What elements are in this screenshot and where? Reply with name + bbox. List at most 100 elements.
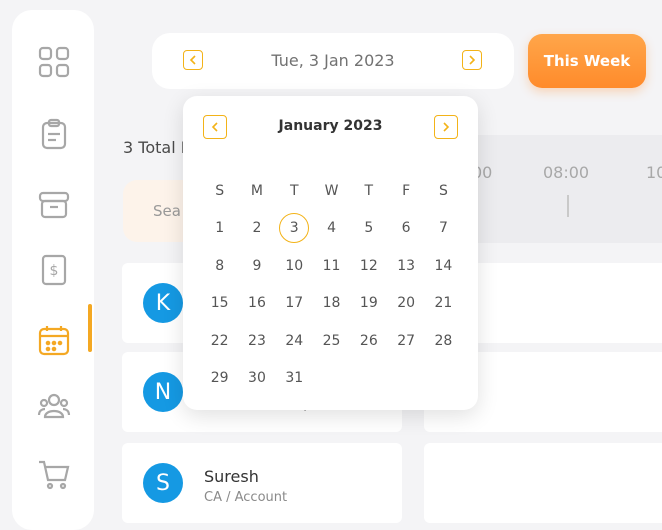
calendar-day[interactable]: 26 [350,322,387,360]
day-label: 13 [397,257,416,274]
calendar-day[interactable]: 19 [350,285,387,323]
date-navigator: Tue, 3 Jan 2023 [152,33,514,89]
calendar-day[interactable]: 18 [313,285,350,323]
users-icon [37,393,71,419]
next-day-button[interactable] [462,50,482,70]
current-date[interactable]: Tue, 3 Jan 2023 [152,33,514,89]
day-label: 26 [359,332,378,349]
weekday-header: T [289,182,299,199]
calendar-day[interactable]: 17 [276,285,313,323]
day-label: 15 [210,295,229,312]
calendar-empty-cell [387,360,424,398]
sidebar: $ [12,10,94,530]
calendar-day[interactable]: 27 [387,322,424,360]
svg-text:$: $ [50,263,59,279]
day-label: 18 [322,295,341,312]
calendar-day[interactable]: 10 [276,247,313,285]
day-label: 24 [285,332,304,349]
day-label: 14 [434,257,453,274]
avatar: S [143,463,183,503]
search-placeholder: Sea [153,202,181,220]
day-label: 17 [285,295,304,312]
day-label: 3 [279,213,310,244]
day-label: 8 [215,257,225,274]
calendar-day[interactable]: 16 [238,285,275,323]
day-label: 4 [327,220,336,237]
calendar-day[interactable]: 12 [350,247,387,285]
day-label: 11 [322,257,341,274]
day-label: 20 [397,295,416,312]
nav-schedule[interactable] [34,320,74,360]
nav-tasks[interactable] [34,114,74,154]
weekday-header: S [438,182,448,199]
day-label: 27 [397,332,416,349]
calendar-day[interactable]: 7 [425,210,462,248]
calendar-empty-cell [313,360,350,398]
weekday-header: W [324,182,339,199]
calendar-day[interactable]: 2 [238,210,275,248]
archive-icon [38,191,70,219]
day-label: 2 [252,220,262,237]
calendar-day[interactable]: 6 [387,210,424,248]
calendar-day-selected[interactable]: 3 [276,210,313,248]
calendar-day[interactable]: 20 [387,285,424,323]
calendar-day[interactable]: 9 [238,247,275,285]
calendar-day[interactable]: 24 [276,322,313,360]
day-label: 1 [215,220,225,237]
nav-inventory[interactable] [34,184,74,224]
calendar-day[interactable]: 23 [238,322,275,360]
clipboard-icon [41,118,67,150]
calendar-day[interactable]: 4 [313,210,350,248]
calendar-icon [38,326,70,356]
calendar-empty-cell [425,360,462,398]
day-label: 19 [359,295,378,312]
invoice-icon: $ [41,254,67,286]
nav-dashboard[interactable] [34,42,74,82]
day-label: 10 [285,257,304,274]
employee-name: Suresh [204,467,259,486]
timeline-tick [567,195,569,217]
schedule-row[interactable] [424,443,662,523]
calendar-day[interactable]: 28 [425,322,462,360]
calendar-day[interactable]: 30 [238,360,275,398]
time-label: 10 [646,163,662,182]
calendar-day[interactable]: 22 [201,322,238,360]
cart-icon [39,460,70,490]
nav-billing[interactable]: $ [34,250,74,290]
next-month-button[interactable] [434,115,458,139]
day-label: 29 [210,370,229,387]
day-label: 16 [248,295,266,312]
employee-row[interactable]: S Suresh CA / Account [122,443,402,523]
time-label: 08:00 [543,163,590,182]
day-label: 31 [285,370,304,387]
calendar-day[interactable]: 21 [425,285,462,323]
dashboard-icon [38,46,70,78]
employee-role: CA / Account [204,490,288,505]
day-label: 7 [438,220,448,237]
calendar-grid: S M T W T F S 1 2 3 4 5 6 7 8 9 10 11 12 13 14 15 16 17 18 19 20 21… [201,172,461,397]
weekday-header: T [364,182,374,199]
chevron-right-icon [443,122,450,132]
calendar-day[interactable]: 25 [313,322,350,360]
day-label: 28 [434,332,453,349]
calendar-day[interactable]: 31 [276,360,313,398]
calendar-day[interactable]: 1 [201,210,238,248]
day-label: 25 [322,332,341,349]
calendar-day[interactable]: 14 [425,247,462,285]
calendar-empty-cell [350,360,387,398]
calendar-day[interactable]: 11 [313,247,350,285]
calendar-day[interactable]: 29 [201,360,238,398]
calendar-day[interactable]: 13 [387,247,424,285]
total-employees-label: 3 Total E [123,138,191,157]
calendar-day[interactable]: 15 [201,285,238,323]
nav-staff[interactable] [34,386,74,426]
day-label: 5 [364,220,374,237]
weekday-header: M [250,182,263,199]
day-label: 23 [248,332,266,349]
this-week-button[interactable]: This Week [528,34,646,88]
weekday-header: F [402,182,411,199]
avatar: K [143,283,183,323]
calendar-day[interactable]: 5 [350,210,387,248]
calendar-day[interactable]: 8 [201,247,238,285]
nav-orders[interactable] [34,454,74,494]
